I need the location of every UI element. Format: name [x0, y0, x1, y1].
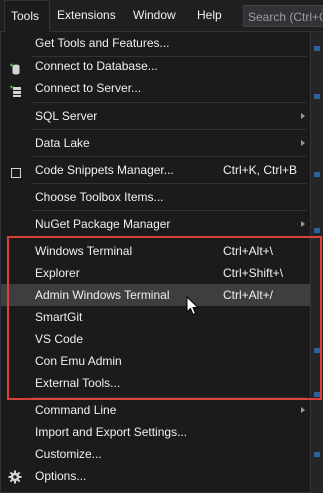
- editor-marker: [314, 392, 320, 397]
- menu-separator: [31, 397, 307, 398]
- menu-item-choose-toolbox[interactable]: Choose Toolbox Items...: [1, 186, 310, 208]
- menu-separator: [31, 129, 307, 130]
- menu-separator: [31, 102, 307, 103]
- menu-item-label: Connect to Server...: [35, 81, 142, 95]
- menu-item-label: Windows Terminal: [35, 244, 133, 258]
- menu-item-shortcut: Ctrl+Alt+/: [223, 288, 274, 302]
- menu-item-con-emu-admin[interactable]: Con Emu Admin: [1, 350, 310, 372]
- snippet-icon: [10, 164, 22, 178]
- menu-item-shortcut: Ctrl+K, Ctrl+B: [223, 163, 298, 177]
- menu-item-smartgit[interactable]: SmartGit: [1, 306, 310, 328]
- menu-item-external-tools[interactable]: External Tools...: [1, 372, 310, 394]
- chevron-right-icon: [301, 113, 305, 119]
- server-connect-icon: [10, 82, 22, 97]
- menu-separator: [31, 237, 307, 238]
- menu-item-label: Options...: [35, 469, 87, 483]
- menu-item-label: Customize...: [35, 447, 102, 461]
- menu-item-shortcut: Ctrl+Shift+\: [223, 266, 284, 280]
- menu-item-label: Code Snippets Manager...: [35, 163, 174, 177]
- menu-item-label: Command Line: [35, 403, 117, 417]
- menu-item-import-export[interactable]: Import and Export Settings...: [1, 421, 310, 443]
- menu-item-windows-terminal[interactable]: Windows Terminal Ctrl+Alt+\: [1, 240, 310, 262]
- menu-item-label: Get Tools and Features...: [35, 36, 170, 50]
- menu-item-label: Explorer: [35, 266, 80, 280]
- menu-item-get-tools[interactable]: Get Tools and Features...: [1, 32, 310, 54]
- menu-item-label: SmartGit: [35, 310, 83, 324]
- menu-item-label: Admin Windows Terminal: [35, 288, 170, 302]
- menu-item-data-lake[interactable]: Data Lake: [1, 132, 310, 154]
- menu-item-connect-server[interactable]: Connect to Server...: [1, 77, 310, 99]
- menu-separator: [31, 183, 307, 184]
- menu-item-vs-code[interactable]: VS Code: [1, 328, 310, 350]
- menu-item-label: Import and Export Settings...: [35, 425, 188, 439]
- menu-separator: [31, 156, 307, 157]
- menu-window[interactable]: Window: [133, 0, 176, 31]
- database-connect-icon: [10, 60, 22, 75]
- menu-item-label: Data Lake: [35, 136, 90, 150]
- menu-item-label: External Tools...: [35, 376, 121, 390]
- chevron-right-icon: [301, 221, 305, 227]
- menu-item-command-line[interactable]: Command Line: [1, 399, 310, 421]
- menu-extensions[interactable]: Extensions: [57, 0, 116, 31]
- menu-item-label: VS Code: [35, 332, 84, 346]
- editor-marker: [314, 94, 320, 99]
- editor-marker: [314, 348, 320, 353]
- menu-bar: Tools Extensions Window Help Search (Ctr…: [0, 0, 323, 32]
- mouse-pointer-icon: [186, 296, 200, 316]
- gear-icon: [8, 469, 22, 484]
- menu-item-label: NuGet Package Manager: [35, 217, 171, 231]
- menu-item-label: Connect to Database...: [35, 59, 158, 73]
- menu-item-label: Choose Toolbox Items...: [35, 190, 164, 204]
- menu-item-label: SQL Server: [35, 109, 98, 123]
- editor-marker: [314, 46, 320, 51]
- chevron-right-icon: [301, 407, 305, 413]
- menu-item-shortcut: Ctrl+Alt+\: [223, 244, 274, 258]
- editor-marker: [314, 452, 320, 457]
- menu-item-customize[interactable]: Customize...: [1, 443, 310, 465]
- search-box[interactable]: Search (Ctrl+Q): [243, 5, 323, 27]
- editor-marker: [314, 228, 320, 233]
- editor-marker: [314, 172, 320, 177]
- menu-help[interactable]: Help: [197, 0, 222, 31]
- menu-item-admin-windows-terminal[interactable]: Admin Windows Terminal Ctrl+Alt+/: [1, 284, 310, 306]
- tools-dropdown-menu: Get Tools and Features... Connect to Dat…: [0, 31, 311, 493]
- menu-item-sql-server[interactable]: SQL Server: [1, 105, 310, 127]
- menu-item-connect-database[interactable]: Connect to Database...: [1, 55, 310, 77]
- menu-item-explorer[interactable]: Explorer Ctrl+Shift+\: [1, 262, 310, 284]
- menu-tools[interactable]: Tools: [4, 0, 50, 32]
- editor-background-strip: [311, 32, 323, 493]
- menu-item-label: Con Emu Admin: [35, 354, 122, 368]
- menu-item-nuget[interactable]: NuGet Package Manager: [1, 213, 310, 235]
- menu-item-code-snippets[interactable]: Code Snippets Manager... Ctrl+K, Ctrl+B: [1, 159, 310, 181]
- menu-separator: [31, 210, 307, 211]
- menu-item-options[interactable]: Options...: [1, 465, 310, 487]
- chevron-right-icon: [301, 140, 305, 146]
